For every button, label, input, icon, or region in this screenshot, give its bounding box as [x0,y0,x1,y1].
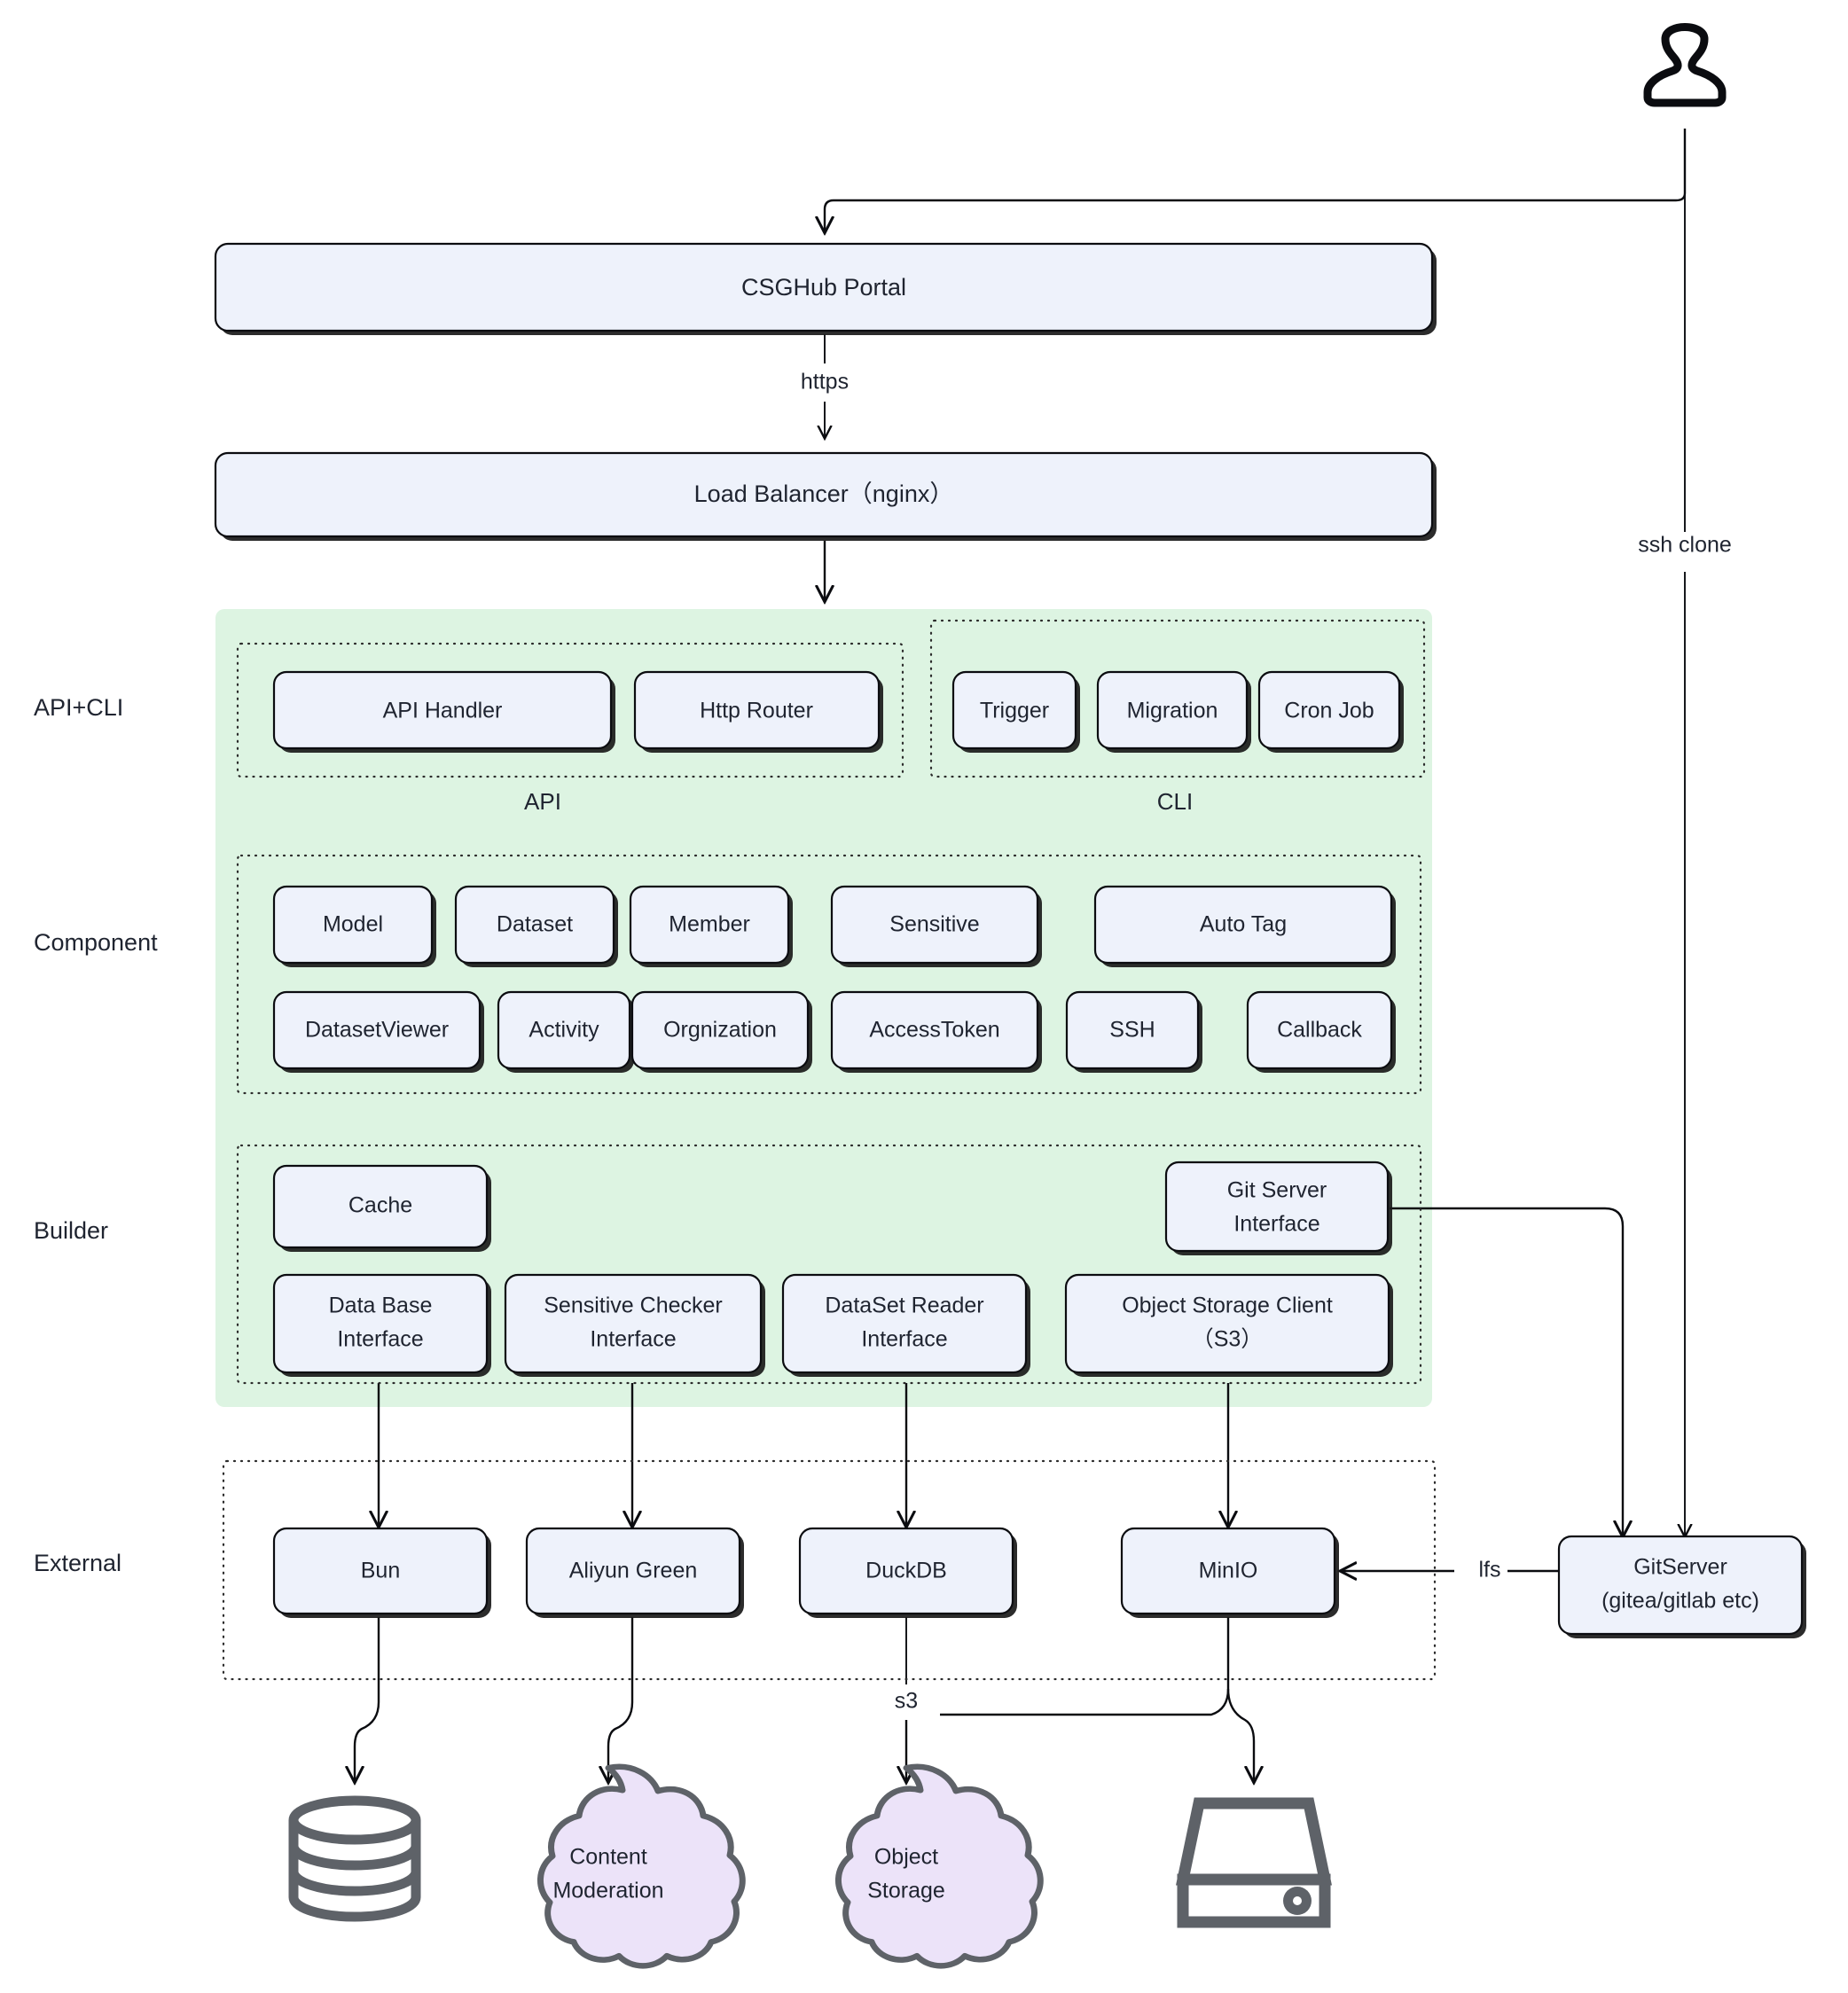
node-label-git-server-interface-line1: Git Server [1227,1178,1327,1203]
node-api-handler[interactable]: API Handler [272,670,615,753]
node-label-dataset-viewer: DatasetViewer [305,1018,449,1043]
cloud-label-object-storage-line1: Object [874,1845,938,1870]
node-label-duckdb: DuckDB [865,1559,947,1583]
band-label-api-cli: API+CLI [34,694,123,721]
node-label-member: Member [669,912,750,937]
node-orgnization[interactable]: Orgnization [630,990,812,1073]
node-http-router[interactable]: Http Router [633,670,883,753]
node-callback[interactable]: Callback [1246,990,1396,1073]
node-label-activity: Activity [529,1018,599,1043]
edge-label-s3: s3 [895,1689,918,1714]
node-cron-job[interactable]: Cron Job [1257,670,1404,753]
cloud-label-content-moderation-line1: Content [569,1845,647,1870]
band-label-component: Component [34,929,158,956]
node-aliyun-green[interactable]: Aliyun Green [525,1527,744,1618]
database-cylinder-icon [288,1795,421,1922]
node-minio[interactable]: MinIO [1120,1527,1339,1618]
node-label-minio: MinIO [1199,1559,1258,1583]
node-label-orgnization: Orgnization [663,1018,777,1043]
node-label-dataset-reader-line1: DataSet Reader [825,1293,983,1318]
connector-aliyun-to-content-moderation [608,1617,634,1782]
node-ssh[interactable]: SSH [1065,990,1202,1073]
node-csghub-portal[interactable]: CSGHub Portal [214,242,1437,335]
node-label-cache: Cache [348,1193,412,1218]
connector-minio-to-s3-junction [940,1617,1230,1716]
node-label-trigger: Trigger [980,699,1049,723]
edge-label-lfs: lfs [1479,1558,1501,1583]
cloud-label-object-storage-line2: Storage [867,1879,945,1903]
node-sensitive-checker-interface[interactable]: Sensitive Checker Interface [504,1273,765,1377]
node-dataset-reader-interface[interactable]: DataSet Reader Interface [781,1273,1030,1377]
node-label-bun: Bun [361,1559,400,1583]
node-gitserver[interactable]: GitServer (gitea/gitlab etc) [1557,1535,1806,1638]
node-git-server-interface[interactable]: Git Server Interface [1164,1161,1392,1255]
connector-user-to-portal [825,129,1687,232]
node-bun[interactable]: Bun [272,1527,491,1618]
node-label-aliyun-green: Aliyun Green [569,1559,698,1583]
node-label-ssh: SSH [1109,1018,1155,1043]
node-label-callback: Callback [1277,1018,1362,1043]
node-model[interactable]: Model [272,885,436,967]
connector-bun-to-database [355,1617,380,1782]
node-label-api-handler: API Handler [383,699,503,723]
node-label-csghub-portal: CSGHub Portal [741,274,906,301]
band-label-external: External [34,1550,121,1576]
band-label-builder: Builder [34,1217,108,1244]
node-label-sensitive-checker-line2: Interface [590,1327,676,1352]
node-access-token[interactable]: AccessToken [830,990,1042,1073]
disk-drive-icon [1175,1797,1333,1928]
node-label-object-storage-client-line1: Object Storage Client [1122,1293,1333,1318]
edge-label-https: https [801,370,849,395]
node-label-dataset-reader-line2: Interface [861,1327,947,1352]
node-label-http-router: Http Router [700,699,813,723]
node-label-gitserver-line1: GitServer [1633,1555,1727,1580]
node-dataset[interactable]: Dataset [454,885,618,967]
node-label-gitserver-line2: (gitea/gitlab etc) [1601,1589,1759,1614]
node-member[interactable]: Member [629,885,793,967]
node-label-object-storage-client-line2: （S3） [1192,1327,1264,1352]
node-label-git-server-interface-line2: Interface [1233,1212,1319,1237]
node-label-load-balancer: Load Balancer（nginx） [694,481,954,507]
node-load-balancer[interactable]: Load Balancer（nginx） [214,451,1437,541]
node-label-dataset: Dataset [497,912,573,937]
node-duckdb[interactable]: DuckDB [798,1527,1017,1618]
node-data-base-interface[interactable]: Data Base Interface [272,1273,491,1377]
node-label-access-token: AccessToken [869,1018,999,1043]
connector-minio-to-disk [1226,1688,1254,1782]
architecture-diagram: API+CLI Component Builder External CSGHu… [34,23,1806,1969]
node-migration[interactable]: Migration [1096,670,1251,753]
node-label-cron-job: Cron Job [1284,699,1374,723]
cloud-icon-content-moderation: Content Moderation [536,1763,746,1969]
edge-label-ssh-clone: ssh clone [1638,533,1732,558]
node-sensitive[interactable]: Sensitive [830,885,1042,967]
node-auto-tag[interactable]: Auto Tag [1093,885,1396,967]
node-label-sensitive-checker-line1: Sensitive Checker [544,1293,722,1318]
node-label-migration: Migration [1127,699,1218,723]
node-label-auto-tag: Auto Tag [1200,912,1287,937]
node-object-storage-client[interactable]: Object Storage Client （S3） [1064,1273,1393,1377]
node-label-data-base-interface-line2: Interface [337,1327,423,1352]
node-label-model: Model [323,912,383,937]
node-activity[interactable]: Activity [497,990,634,1073]
node-cache[interactable]: Cache [272,1164,491,1252]
node-label-data-base-interface-line1: Data Base [329,1293,433,1318]
node-trigger[interactable]: Trigger [951,670,1080,753]
node-dataset-viewer[interactable]: DatasetViewer [272,990,484,1073]
user-actor-icon [1643,23,1727,107]
cloud-icon-object-storage: Object Storage [834,1763,1044,1969]
cloud-label-content-moderation-line2: Moderation [552,1879,663,1903]
group-caption-api: API [524,788,561,815]
node-label-sensitive: Sensitive [889,912,979,937]
group-caption-cli: CLI [1157,788,1193,815]
